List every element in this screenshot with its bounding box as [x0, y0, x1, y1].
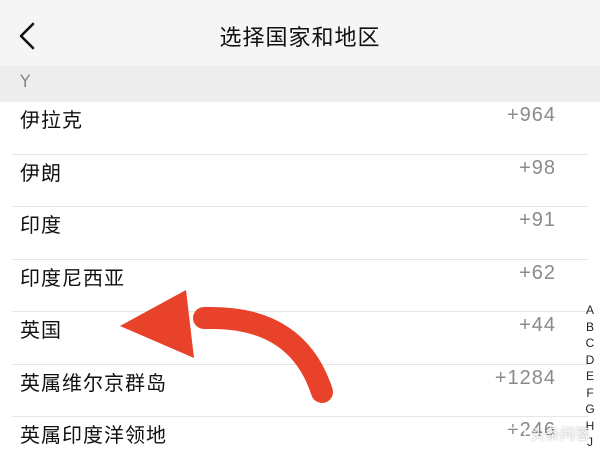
index-letter[interactable]: E — [586, 368, 594, 385]
section-header: Y — [0, 66, 600, 102]
country-row[interactable]: 伊朗 +98 — [0, 155, 600, 208]
watermark: 头条问答 — [504, 423, 590, 444]
country-list: 伊拉克 +964 伊朗 +98 印度 +91 印度尼西亚 +62 英国 +44 … — [0, 102, 600, 470]
country-name: 印度尼西亚 — [20, 265, 125, 290]
country-row[interactable]: 英国 +44 — [0, 312, 600, 365]
dial-code: +91 — [519, 209, 556, 231]
index-letter[interactable]: F — [586, 385, 593, 402]
country-name: 英国 — [20, 318, 62, 342]
country-row[interactable]: 英属维尔京群岛 +1284 — [0, 365, 600, 418]
country-name: 印度 — [20, 213, 62, 237]
index-letter[interactable]: B — [586, 319, 594, 336]
index-letter[interactable]: G — [585, 401, 594, 418]
country-name: 英属印度洋领地 — [20, 423, 167, 447]
page-title: 选择国家和地区 — [219, 26, 381, 51]
country-row[interactable]: 印度 +91 — [0, 207, 600, 260]
country-name: 伊朗 — [20, 160, 62, 185]
index-letter[interactable]: D — [586, 352, 595, 369]
nav-header: 选择国家和地区 — [0, 0, 600, 66]
country-row[interactable]: 伊拉克 +964 — [0, 102, 600, 155]
country-name: 英属维尔京群岛 — [20, 370, 167, 395]
chat-bubble-icon — [504, 426, 526, 442]
dial-code: +62 — [519, 261, 556, 284]
watermark-text: 头条问答 — [529, 425, 590, 443]
dial-code: +964 — [506, 104, 556, 126]
dial-code: +44 — [519, 314, 556, 336]
section-letter: Y — [20, 72, 31, 92]
country-row[interactable]: 印度尼西亚 +62 — [0, 260, 600, 313]
country-name: 伊拉克 — [20, 108, 83, 132]
index-letter[interactable]: C — [586, 335, 595, 352]
index-letter[interactable]: A — [586, 302, 594, 319]
dial-code: +1284 — [494, 366, 556, 389]
dial-code: +98 — [519, 156, 556, 179]
